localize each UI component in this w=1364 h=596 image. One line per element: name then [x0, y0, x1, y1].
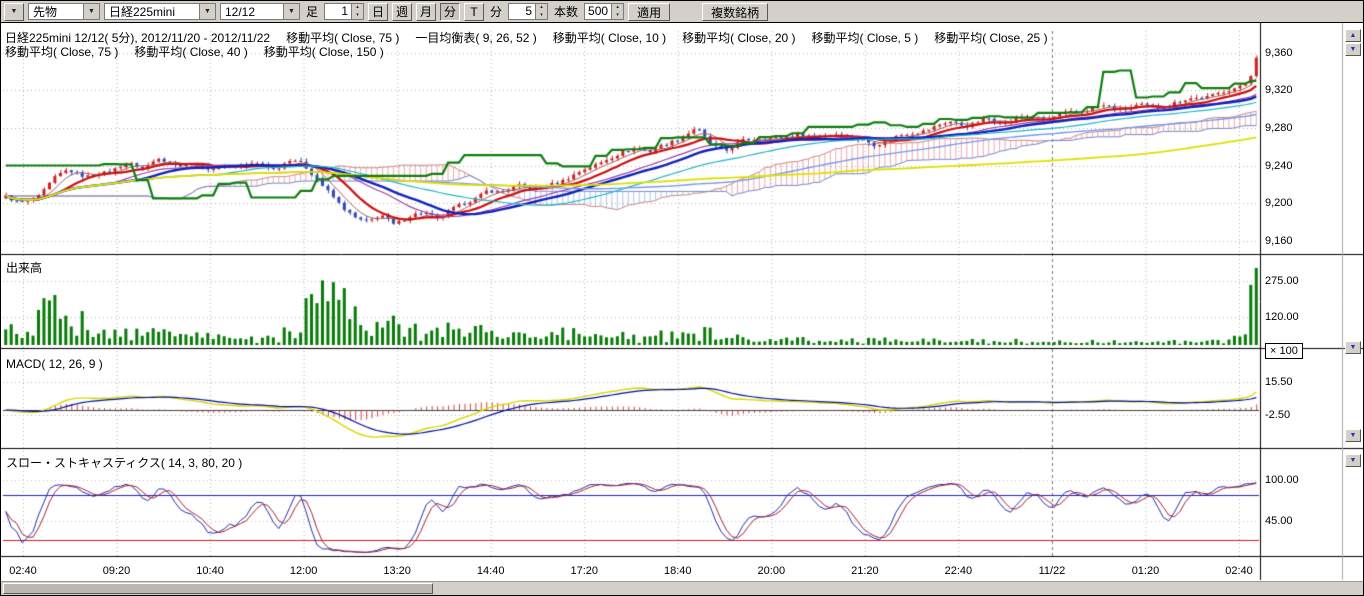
volume-axis-label: 120.00 [1265, 311, 1299, 323]
time-axis-label: 02:40 [1225, 565, 1253, 577]
chevron-down-icon: ▼ [83, 4, 99, 19]
time-axis-label: 11/22 [1039, 565, 1066, 577]
contract-month-select[interactable]: 12/12 ▼ [220, 3, 300, 20]
time-axis-label: 17:20 [570, 565, 598, 577]
stoch-axis-label: 100.00 [1265, 474, 1299, 486]
spin-up-icon: ▴ [352, 4, 363, 12]
time-axis-label: 20:00 [758, 565, 786, 577]
time-axis-label: 18:40 [664, 565, 692, 577]
period-button-minute[interactable]: 分 [440, 3, 460, 21]
price-chart-canvas[interactable] [1, 23, 1363, 595]
legend-item: 移動平均( Close, 5 ) [812, 31, 919, 45]
time-axis-label: 09:20 [103, 565, 131, 577]
spin-up-icon: ▴ [536, 4, 547, 12]
multi-symbol-button[interactable]: 複数銘柄 [702, 3, 768, 21]
triangle-down-icon: ▼ [1350, 344, 1357, 351]
triangle-down-icon: ▼ [1350, 46, 1357, 53]
volume-multiplier-badge: × 100 [1265, 343, 1303, 359]
stoch-panel-title: スロー・ストキャスティクス( 14, 3, 80, 20 ) [6, 454, 242, 471]
macd-axis-label: -2.50 [1265, 409, 1290, 421]
period-count-value: 1 [325, 4, 351, 19]
horizontal-scrollbar[interactable] [1, 581, 1363, 595]
chart-application-window: ▼ 先物 ▼ 日経225mini ▼ 12/12 ▼ 足 1 ▴▾ 日 週 月 … [0, 0, 1364, 596]
bar-count-value: 500 [585, 4, 611, 19]
time-axis-label: 13:20 [383, 565, 411, 577]
spin-down-icon: ▾ [536, 12, 547, 20]
macd-panel-title: MACD( 12, 26, 9 ) [6, 357, 103, 371]
minutes-label: 分 [488, 3, 504, 20]
triangle-down-icon: ▼ [1350, 432, 1357, 439]
chart-menu-button[interactable]: ▼ [4, 3, 24, 21]
stoch-panel-button[interactable]: ▼ [1345, 454, 1361, 467]
legend-item: 移動平均( Close, 10 ) [553, 31, 666, 45]
time-axis-label: 12:00 [290, 565, 318, 577]
price-axis-label: 9,360 [1265, 47, 1293, 59]
price-axis-label: 9,240 [1265, 160, 1293, 172]
legend-item: 移動平均( Close, 25 ) [934, 31, 1047, 45]
chevron-down-icon: ▼ [11, 8, 18, 15]
period-button-month[interactable]: 月 [416, 3, 436, 21]
time-axis-label: 22:40 [945, 565, 973, 577]
time-axis-label: 01:20 [1132, 565, 1160, 577]
instrument-value: 日経225mini [105, 3, 199, 20]
legend-item: 移動平均( Close, 150 ) [264, 45, 384, 59]
price-axis-label: 9,200 [1265, 197, 1293, 209]
price-scroll-up-button[interactable]: ▲ [1345, 29, 1361, 42]
macd-panel-button[interactable]: ▼ [1345, 429, 1361, 442]
spinner-buttons[interactable]: ▴▾ [535, 4, 547, 19]
spin-up-icon: ▴ [612, 4, 623, 12]
macd-axis-label: 15.50 [1265, 376, 1293, 388]
price-axis-label: 9,160 [1265, 235, 1293, 247]
volume-panel-title: 出来高 [6, 259, 42, 276]
triangle-up-icon: ▲ [1350, 32, 1357, 39]
time-axis-label: 02:40 [9, 565, 37, 577]
minutes-value: 5 [509, 4, 535, 19]
spin-down-icon: ▾ [352, 12, 363, 20]
price-axis-label: 9,280 [1265, 122, 1293, 134]
price-scroll-down-button[interactable]: ▼ [1345, 43, 1361, 56]
spinner-buttons[interactable]: ▴▾ [351, 4, 363, 19]
time-axis-label: 14:40 [477, 565, 505, 577]
stoch-axis-label: 45.00 [1265, 515, 1293, 527]
period-button-week[interactable]: 週 [392, 3, 412, 21]
legend-item: 移動平均( Close, 20 ) [682, 31, 795, 45]
apply-button[interactable]: 適用 [628, 3, 670, 21]
legend-item: 移動平均( Close, 40 ) [134, 45, 247, 59]
volume-panel-button[interactable]: ▼ [1345, 341, 1361, 354]
toolbar: ▼ 先物 ▼ 日経225mini ▼ 12/12 ▼ 足 1 ▴▾ 日 週 月 … [1, 1, 1363, 23]
chevron-down-icon: ▼ [199, 4, 215, 19]
minutes-spinner[interactable]: 5 ▴▾ [508, 3, 548, 20]
spin-down-icon: ▾ [612, 12, 623, 20]
bar-count-spinner[interactable]: 500 ▴▾ [584, 3, 624, 20]
time-axis-label: 10:40 [196, 565, 224, 577]
chart-region: 日経225mini 12/12( 5分), 2012/11/20 - 2012/… [1, 23, 1363, 595]
indicator-legend-line2: 移動平均( Close, 75 ) 移動平均( Close, 40 ) 移動平均( … [5, 43, 400, 60]
price-axis-label: 9,320 [1265, 84, 1293, 96]
instrument-select[interactable]: 日経225mini ▼ [104, 3, 216, 20]
chevron-down-icon: ▼ [283, 4, 299, 19]
period-button-day[interactable]: 日 [368, 3, 388, 21]
time-axis-label: 21:20 [851, 565, 879, 577]
period-label: 足 [304, 3, 320, 20]
contract-month-value: 12/12 [221, 5, 283, 19]
legend-item: 一目均衡表( 9, 26, 52 ) [415, 31, 536, 45]
bar-count-label: 本数 [552, 3, 580, 20]
triangle-down-icon: ▼ [1350, 457, 1357, 464]
period-button-tick[interactable]: T [464, 3, 484, 21]
instrument-type-select[interactable]: 先物 ▼ [28, 3, 100, 20]
scrollbar-thumb[interactable] [3, 583, 433, 594]
instrument-type-value: 先物 [29, 3, 83, 20]
period-count-spinner[interactable]: 1 ▴▾ [324, 3, 364, 20]
legend-item: 移動平均( Close, 75 ) [5, 45, 118, 59]
spinner-buttons[interactable]: ▴▾ [611, 4, 623, 19]
volume-axis-label: 275.00 [1265, 275, 1299, 287]
